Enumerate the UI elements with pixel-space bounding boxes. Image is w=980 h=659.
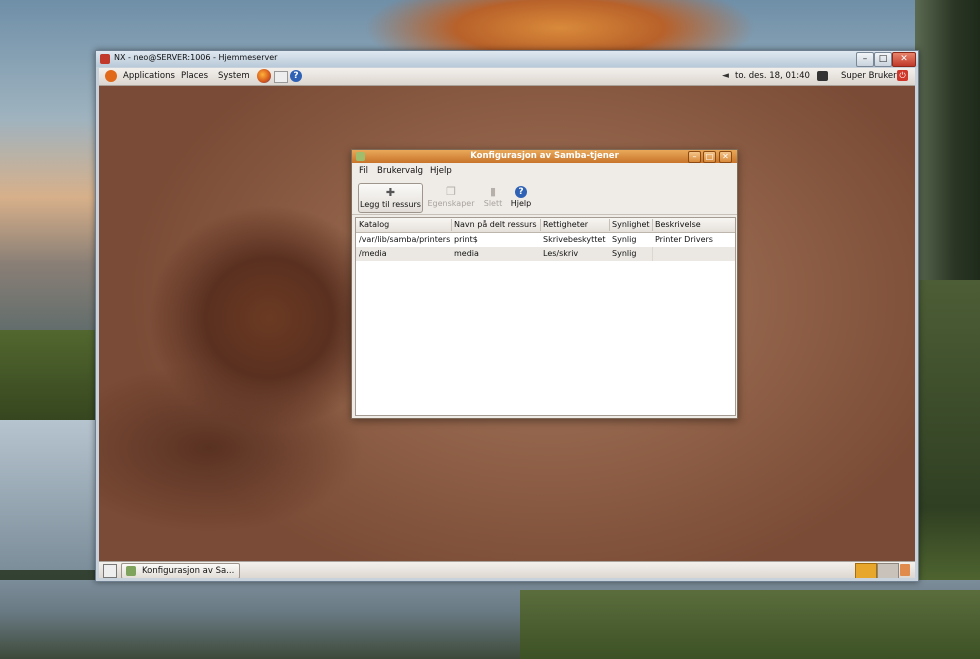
cell-katalog: /media bbox=[359, 249, 387, 258]
column-header[interactable]: Synlighet bbox=[612, 220, 650, 229]
dialog-maximize-icon[interactable]: □ bbox=[703, 151, 716, 163]
trash-icon: ▮ bbox=[489, 185, 497, 198]
dialog-menubar: Fil Brukervalg Hjelp bbox=[352, 164, 737, 179]
mail-icon[interactable] bbox=[274, 71, 288, 83]
menu-applications[interactable]: Applications bbox=[123, 71, 175, 81]
nx-titlebar[interactable]: NX - neo@SERVER:1006 - Hjemmeserver – □ … bbox=[96, 51, 918, 67]
show-desktop-icon[interactable] bbox=[103, 564, 117, 578]
cell-synlighet: Synlig bbox=[612, 235, 637, 244]
shares-table: Katalog Navn på delt ressurs Rettigheter… bbox=[355, 217, 736, 416]
dialog-minimize-icon[interactable]: – bbox=[688, 151, 701, 163]
column-header[interactable]: Katalog bbox=[359, 220, 389, 229]
speaker-icon[interactable]: ◄ bbox=[722, 71, 729, 81]
cell-katalog: /var/lib/samba/printers bbox=[359, 235, 451, 244]
properties-icon: ❐ bbox=[446, 185, 456, 198]
help-icon[interactable]: ? bbox=[290, 70, 302, 82]
nx-window-title: NX - neo@SERVER:1006 - Hjemmeserver bbox=[114, 53, 278, 62]
background-grass-bottom bbox=[520, 590, 980, 659]
menu-hjelp[interactable]: Hjelp bbox=[430, 166, 452, 176]
add-share-button[interactable]: ✚ Legg til ressurs bbox=[358, 183, 423, 213]
table-row[interactable]: /media media Les/skriv Synlig bbox=[356, 247, 735, 261]
trash-icon[interactable] bbox=[900, 564, 910, 576]
menu-system[interactable]: System bbox=[218, 71, 250, 81]
add-icon: ✚ bbox=[385, 186, 396, 199]
cell-navn: media bbox=[454, 249, 479, 258]
cell-rettigheter: Les/skriv bbox=[543, 249, 579, 258]
cell-rettigheter: Skrivebeskyttet bbox=[543, 235, 606, 244]
help-icon: ? bbox=[515, 186, 527, 198]
column-header[interactable]: Rettigheter bbox=[543, 220, 588, 229]
dialog-titlebar[interactable]: Konfigurasjon av Samba-tjener – □ ✕ bbox=[352, 150, 737, 163]
taskbar-window-label: Konfigurasjon av Sa... bbox=[142, 566, 235, 576]
remote-desktop: Applications Places System ? ◄ to. des. … bbox=[99, 68, 915, 578]
samba-config-dialog: Konfigurasjon av Samba-tjener – □ ✕ Fil … bbox=[351, 149, 738, 419]
dialog-title: Konfigurasjon av Samba-tjener bbox=[470, 151, 619, 161]
background-trees bbox=[915, 0, 980, 280]
user-switcher[interactable]: Super Bruker bbox=[841, 71, 897, 81]
column-header[interactable]: Beskrivelse bbox=[655, 220, 701, 229]
ubuntu-logo-icon[interactable] bbox=[105, 70, 117, 82]
nx-app-icon bbox=[100, 54, 110, 64]
monitor-icon[interactable] bbox=[817, 71, 828, 81]
workspace-1[interactable] bbox=[855, 563, 877, 578]
menu-brukervalg[interactable]: Brukervalg bbox=[377, 166, 423, 176]
taskbar-window-button[interactable]: Konfigurasjon av Sa... bbox=[121, 563, 240, 578]
delete-button[interactable]: ▮ Slett bbox=[480, 183, 506, 211]
dialog-close-icon[interactable]: ✕ bbox=[719, 151, 732, 163]
cell-navn: print$ bbox=[454, 235, 478, 244]
maximize-icon[interactable]: □ bbox=[874, 52, 892, 67]
dialog-toolbar: ✚ Legg til ressurs ❐ Egenskaper ▮ Slett … bbox=[352, 180, 737, 215]
nx-window: NX - neo@SERVER:1006 - Hjemmeserver – □ … bbox=[95, 50, 919, 582]
table-header: Katalog Navn på delt ressurs Rettigheter… bbox=[356, 218, 735, 233]
logout-icon[interactable]: ⏻ bbox=[897, 70, 908, 81]
samba-app-icon bbox=[126, 566, 136, 576]
table-row[interactable]: /var/lib/samba/printers print$ Skrivebes… bbox=[356, 233, 735, 247]
close-icon[interactable]: ✕ bbox=[892, 52, 916, 67]
cell-synlighet: Synlig bbox=[612, 249, 637, 258]
bottom-panel: Konfigurasjon av Sa... bbox=[99, 561, 915, 578]
clock[interactable]: to. des. 18, 01:40 bbox=[735, 71, 810, 81]
background-water bbox=[0, 420, 100, 570]
top-panel: Applications Places System ? ◄ to. des. … bbox=[99, 68, 915, 86]
menu-places[interactable]: Places bbox=[181, 71, 208, 81]
minimize-icon[interactable]: – bbox=[856, 52, 874, 67]
help-button[interactable]: ? Hjelp bbox=[508, 183, 534, 211]
properties-button[interactable]: ❐ Egenskaper bbox=[426, 183, 476, 211]
firefox-icon[interactable] bbox=[257, 69, 271, 83]
background-grass-left bbox=[0, 330, 100, 420]
column-header[interactable]: Navn på delt ressurs bbox=[454, 220, 537, 229]
workspace-2[interactable] bbox=[877, 563, 899, 578]
cell-beskrivelse: Printer Drivers bbox=[655, 235, 713, 244]
menu-fil[interactable]: Fil bbox=[359, 166, 368, 176]
